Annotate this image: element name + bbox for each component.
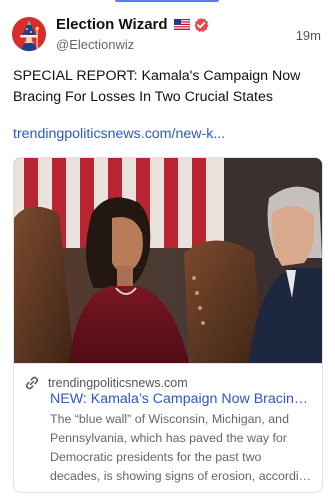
link-domain: trendingpoliticsnews.com — [48, 376, 188, 390]
link-preview-card[interactable]: trendingpoliticsnews.com NEW: Kamala’s C… — [13, 157, 323, 493]
link-icon — [25, 376, 39, 390]
news-photo[interactable] — [14, 158, 322, 363]
author-handle[interactable]: @Electionwiz — [56, 37, 134, 52]
us-flag-icon — [173, 19, 190, 30]
post-text: SPECIAL REPORT: Kamala's Campaign Now Br… — [13, 68, 301, 105]
author-display-name[interactable]: Election Wizard — [56, 16, 209, 33]
active-tab-indicator — [115, 0, 219, 2]
link-description: The “blue wall” of Wisconsin, Michigan, … — [50, 412, 313, 483]
author-name-text: Election Wizard — [56, 16, 168, 33]
verified-badge-icon — [193, 17, 209, 32]
link-title[interactable]: NEW: Kamala’s Campaign Now Bracing For L… — [50, 391, 312, 407]
link-preview-body[interactable]: trendingpoliticsnews.com NEW: Kamala’s C… — [14, 363, 322, 492]
post-timestamp[interactable]: 19m — [296, 28, 321, 43]
avatar[interactable] — [12, 17, 46, 51]
post[interactable]: Election Wizard @Electionwiz 19m SPECIAL… — [0, 0, 335, 500]
link-domain-row: trendingpoliticsnews.com — [24, 375, 188, 391]
wizard-avatar-icon — [12, 17, 46, 51]
post-link[interactable]: trendingpoliticsnews.com/new-k... — [13, 126, 318, 142]
